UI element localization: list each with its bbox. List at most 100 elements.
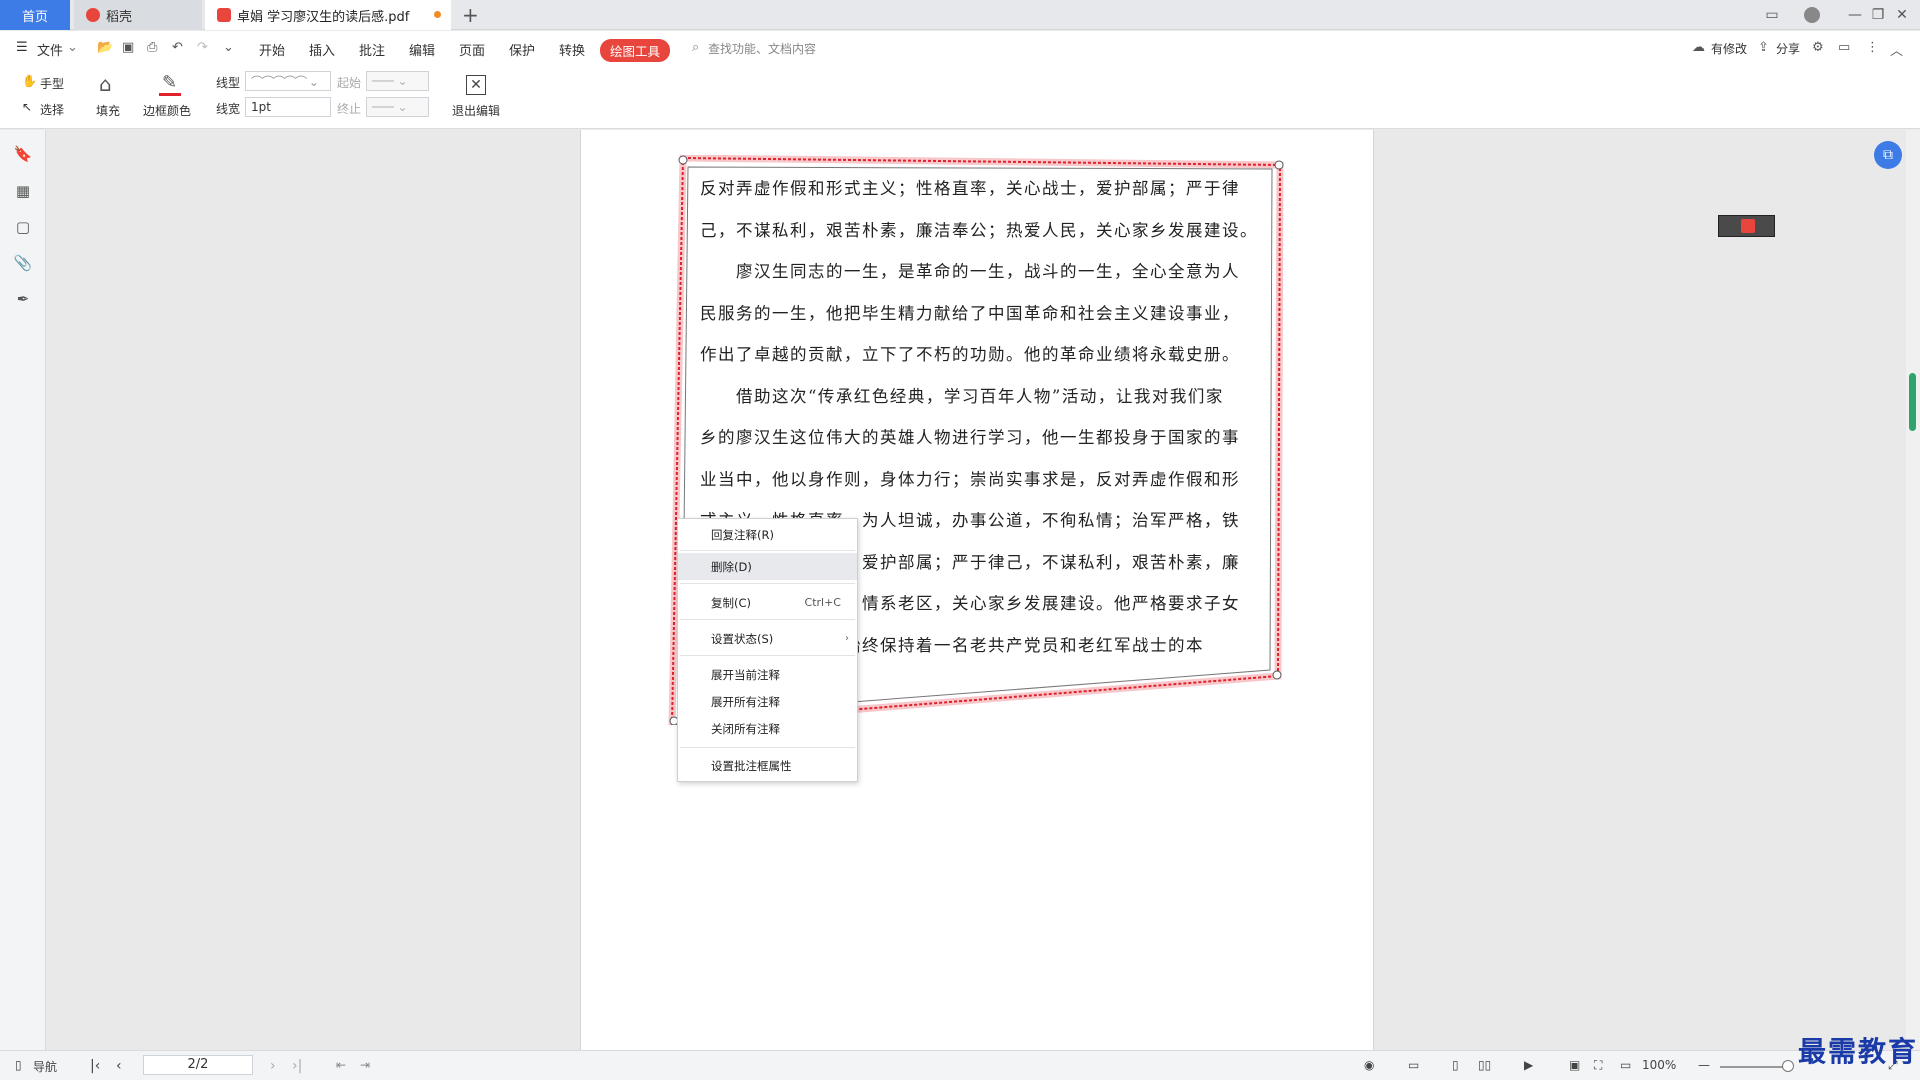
page-number-input[interactable]: 2/2 [143, 1055, 253, 1075]
menu-expand-all[interactable]: 展开所有注释 [678, 688, 857, 715]
single-page-icon[interactable]: ▯ [1452, 1058, 1459, 1072]
actual-size-icon[interactable]: ▣ [1569, 1058, 1580, 1072]
line-width-input[interactable]: 1pt [245, 97, 331, 117]
zoom-level[interactable]: 100% [1642, 1058, 1676, 1072]
start-select[interactable]: ─── ⌄ [366, 71, 429, 91]
resize-handle[interactable] [1274, 160, 1284, 170]
redo-icon[interactable]: ↷ [197, 40, 208, 55]
unsaved-dot-icon [434, 11, 441, 18]
fit-width-icon[interactable]: ▭ [1620, 1058, 1631, 1072]
prev-page-icon[interactable]: ‹ [116, 1058, 122, 1074]
line-type-select[interactable]: ⌒⌒⌒⌒⌒ ⌄ [245, 71, 331, 91]
ime-toolbar-icon[interactable] [1718, 215, 1775, 237]
menu-edit[interactable]: 编辑 [409, 40, 435, 59]
menu-protect[interactable]: 保护 [509, 40, 535, 59]
quick-access-chevron-icon[interactable]: ⌄ [223, 40, 234, 55]
menu-insert[interactable]: 插入 [309, 40, 335, 59]
tab-docer-label: 稻壳 [106, 9, 133, 25]
resize-handle[interactable] [678, 155, 688, 165]
comment-icon[interactable]: ▭ [1838, 40, 1850, 55]
menu-expand-all-label: 展开所有注释 [711, 694, 780, 709]
menu-close-all[interactable]: 关闭所有注释 [678, 715, 857, 742]
fill-button[interactable]: 填充 [96, 102, 120, 119]
settings-icon[interactable]: ⚙ [1812, 40, 1824, 55]
next-page-icon[interactable]: › [270, 1058, 276, 1074]
line-type-label: 线型 [216, 76, 241, 90]
tab-pdf-document[interactable]: 卓娟 学习廖汉生的读后感.pdf [205, 0, 451, 30]
dual-page-icon[interactable]: ▯▯ [1478, 1058, 1491, 1072]
menu-delete[interactable]: 删除(D) [678, 553, 857, 580]
border-color-button[interactable]: 边框颜色 [143, 102, 191, 119]
nav-button[interactable]: 导航 [33, 1058, 57, 1075]
menu-start[interactable]: 开始 [259, 40, 285, 59]
menu-convert[interactable]: 转换 [559, 40, 585, 59]
menu-set-properties[interactable]: 设置批注框属性 [678, 752, 857, 779]
next-view-icon[interactable]: ⇥ [360, 1058, 370, 1072]
last-page-icon[interactable]: ›| [292, 1058, 302, 1074]
collapse-ribbon-icon[interactable]: ︿ [1890, 40, 1903, 59]
attachment-icon[interactable]: 📎 [13, 253, 33, 273]
cloud-icon: ☁ [1692, 40, 1705, 55]
menu-drawing-tools[interactable]: 绘图工具 [600, 39, 671, 62]
eye-protection-icon[interactable]: ◉ [1364, 1058, 1374, 1072]
zoom-out-icon[interactable]: — [1698, 1058, 1710, 1072]
document-line: 反对弄虚作假和形式主义；性格直率，关心战士，爱护部属；严于律 [700, 179, 1240, 198]
menu-set-status[interactable]: 设置状态(S) › [678, 625, 857, 652]
floating-action-icon[interactable]: ⧉ [1874, 141, 1902, 169]
fill-icon: ⌂ [99, 72, 112, 96]
close-icon[interactable]: ✕ [1882, 0, 1920, 30]
has-changes-button[interactable]: 有修改 [1711, 40, 1747, 57]
share-button[interactable]: 分享 [1776, 40, 1800, 57]
resize-handle[interactable] [1272, 670, 1282, 680]
menu-reply-annotation[interactable]: 回复注释(R) [678, 521, 857, 548]
menu-file[interactable]: 文件 [37, 40, 63, 59]
menu-page[interactable]: 页面 [459, 40, 485, 59]
exit-edit-button[interactable]: 退出编辑 [452, 102, 500, 119]
menu-expand-current[interactable]: 展开当前注释 [678, 661, 857, 688]
print-icon[interactable]: ⎙ [147, 40, 157, 55]
thumbnail-icon[interactable]: ▦ [13, 181, 33, 201]
hamburger-icon[interactable]: ☰ [16, 40, 28, 55]
tab-docer[interactable]: 稻壳 [74, 0, 202, 30]
hand-tool-icon: ✋ [22, 74, 37, 88]
hand-tool-button[interactable]: 手型 [40, 75, 64, 92]
select-tool-icon: ↖ [22, 100, 33, 114]
more-icon[interactable]: ⋮ [1866, 40, 1879, 55]
prev-view-icon[interactable]: ⇤ [336, 1058, 346, 1072]
nav-panel-icon[interactable]: ▯ [15, 1058, 22, 1072]
open-icon[interactable]: 📂 [97, 40, 113, 55]
bookmark-icon[interactable]: 🔖 [13, 144, 33, 164]
undo-icon[interactable]: ↶ [172, 40, 183, 55]
menu-copy[interactable]: 复制(C) Ctrl+C [678, 589, 857, 616]
pdf-icon [217, 8, 231, 22]
line-width-label: 线宽 [216, 102, 241, 116]
tab-home[interactable]: 首页 [0, 0, 70, 30]
fit-page-icon[interactable]: ⛶ [1594, 1058, 1602, 1073]
zoom-slider-handle[interactable] [1782, 1060, 1794, 1072]
zoom-slider[interactable] [1720, 1066, 1785, 1068]
layout-icon[interactable]: ▭ [1752, 0, 1792, 30]
comment-panel-icon[interactable]: ▢ [13, 217, 33, 237]
signature-icon[interactable]: ✒ [13, 289, 33, 309]
new-tab-button[interactable]: + [462, 3, 479, 27]
document-line: 业当中，他以身作则，身体力行；崇尚实事求是，反对弄虚作假和形 [700, 469, 1240, 489]
select-tool-button[interactable]: 选择 [40, 101, 64, 118]
search-input[interactable]: 查找功能、文档内容 [708, 40, 816, 57]
menu-copy-label: 复制(C) [711, 595, 752, 610]
share-icon: ⇪ [1758, 40, 1769, 55]
menu-divider [680, 619, 855, 620]
avatar[interactable] [1792, 0, 1832, 30]
save-icon[interactable]: ▣ [122, 40, 134, 55]
chevron-down-icon[interactable]: ⌄ [67, 40, 78, 55]
scrollbar-thumb[interactable] [1909, 373, 1916, 431]
menu-set-status-label: 设置状态(S) [711, 631, 774, 646]
play-icon[interactable]: ▶ [1524, 1058, 1533, 1072]
status-bar [0, 1050, 1920, 1080]
menu-annotate[interactable]: 批注 [359, 40, 385, 59]
end-select[interactable]: ─── ⌄ [366, 97, 429, 117]
end-label: 终止 [337, 102, 362, 116]
first-page-icon[interactable]: |‹ [90, 1058, 100, 1074]
full-screen-icon[interactable]: ▭ [1408, 1058, 1419, 1072]
vertical-scrollbar[interactable] [1906, 130, 1920, 1050]
menu-reply-label: 回复注释(R) [711, 527, 774, 542]
